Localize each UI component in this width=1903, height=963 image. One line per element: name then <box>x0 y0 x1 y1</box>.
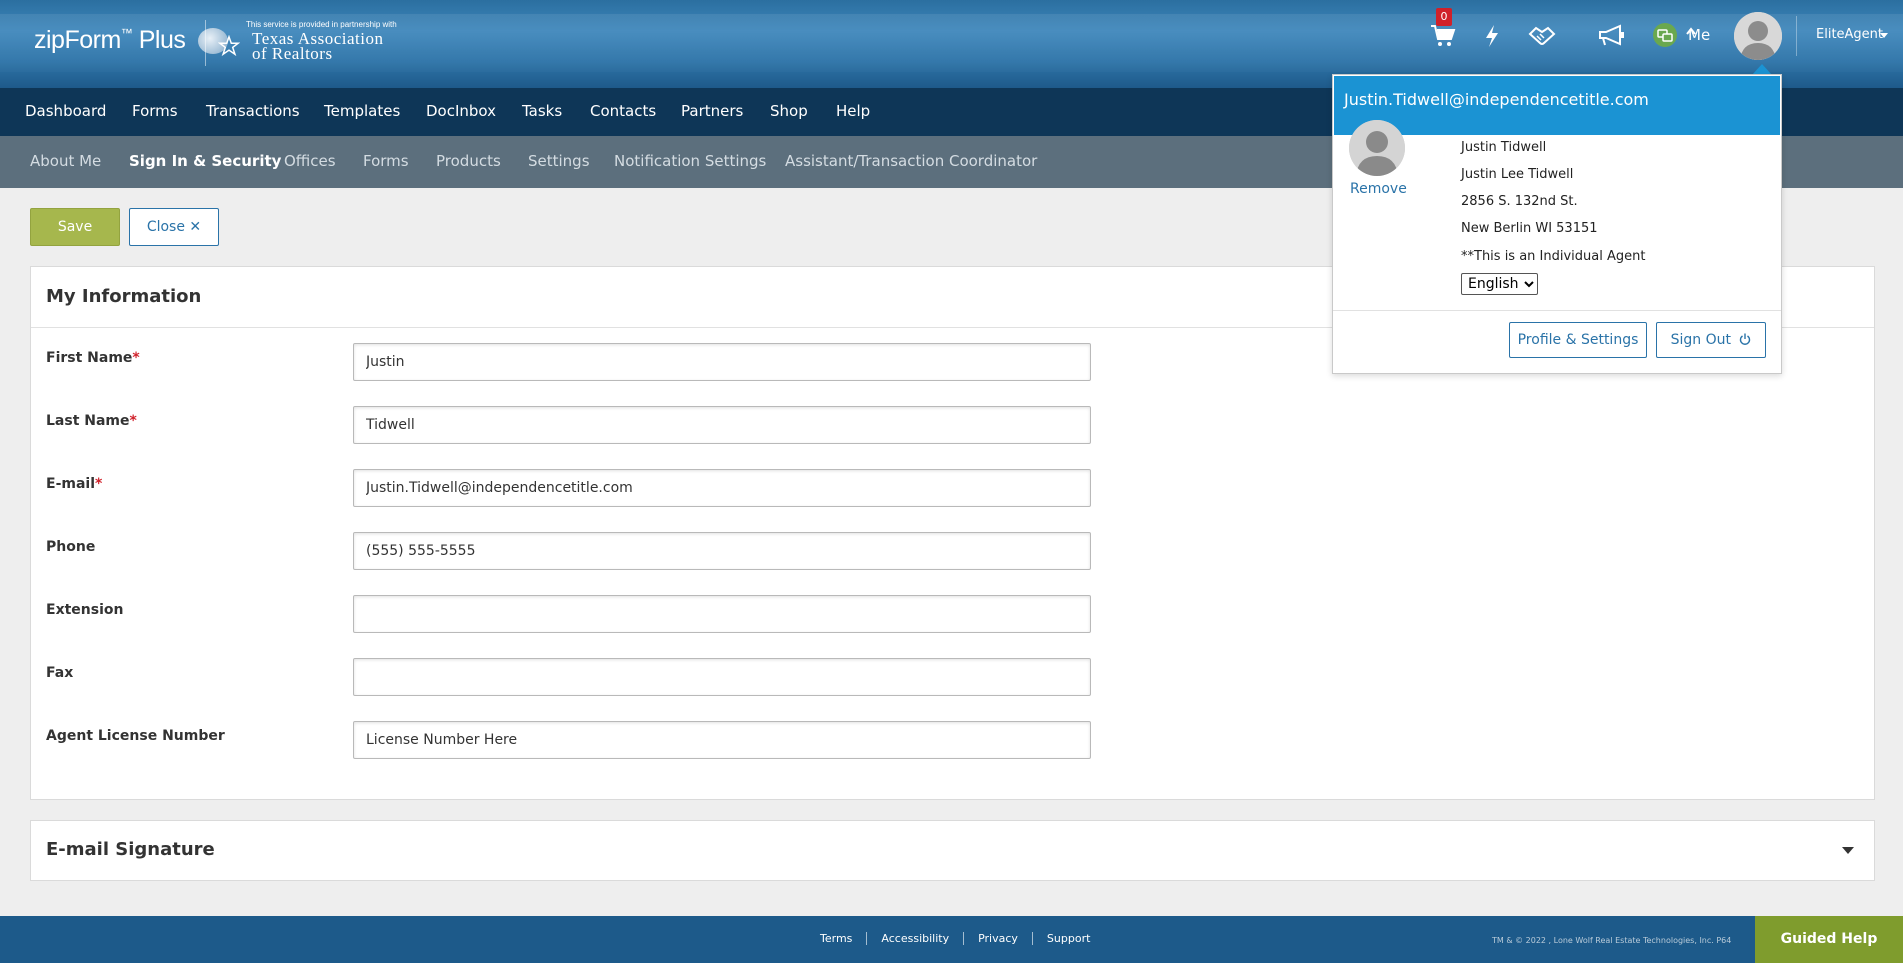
nav-contacts[interactable]: Contacts <box>590 102 656 120</box>
tab-products[interactable]: Products <box>436 152 501 170</box>
partner-note: This service is provided in partnership … <box>246 20 397 29</box>
tab-sign-in-security[interactable]: Sign In & Security <box>129 152 281 170</box>
nav-tasks[interactable]: Tasks <box>522 102 562 120</box>
email-signature-title: E-mail Signature <box>46 839 215 860</box>
user-silhouette-icon <box>1734 12 1782 60</box>
guided-help-button[interactable]: Guided Help <box>1755 916 1903 963</box>
email-field[interactable] <box>353 469 1091 507</box>
logo-divider <box>205 20 206 66</box>
my-information-title: My Information <box>46 286 202 307</box>
last-name-field[interactable] <box>353 406 1091 444</box>
user-silhouette-icon <box>1349 120 1405 176</box>
fax-label: Fax <box>46 665 74 681</box>
footer-link-support[interactable]: Support <box>1031 932 1104 945</box>
popup-avatar[interactable] <box>1349 120 1405 176</box>
tab-assistant-coordinator[interactable]: Assistant/Transaction Coordinator <box>785 152 1037 170</box>
megaphone-icon[interactable] <box>1598 24 1626 46</box>
phone-label: Phone <box>46 539 96 555</box>
close-label: Close <box>146 219 185 235</box>
profile-settings-button[interactable]: Profile & Settings <box>1509 322 1647 358</box>
sign-out-button[interactable]: Sign Out <box>1656 322 1766 358</box>
save-button[interactable]: Save <box>30 208 120 246</box>
license-number-field[interactable] <box>353 721 1091 759</box>
logo-text: zipForm <box>34 26 121 54</box>
popup-address2: New Berlin WI 53151 <box>1461 221 1598 236</box>
popup-address1: 2856 S. 132nd St. <box>1461 194 1578 209</box>
avatar[interactable] <box>1734 12 1782 60</box>
popup-name: Justin Tidwell <box>1461 140 1547 155</box>
copyright-text: TM & © 2022 , Lone Wolf Real Estate Tech… <box>1492 936 1732 945</box>
cart-count-badge: 0 <box>1436 8 1452 26</box>
footer-link-privacy[interactable]: Privacy <box>963 932 1032 945</box>
email-label: E-mail* <box>46 476 103 492</box>
nav-transactions[interactable]: Transactions <box>206 102 300 120</box>
logo-plus: Plus <box>132 26 186 54</box>
chat-icon[interactable] <box>1652 22 1678 48</box>
partner-name-line2: of Realtors <box>252 44 333 63</box>
power-icon <box>1740 333 1751 345</box>
first-name-label: First Name* <box>46 350 140 366</box>
nav-docinbox[interactable]: DocInbox <box>426 102 496 120</box>
partner-logo: This service is provided in partnership … <box>218 20 397 63</box>
tab-settings[interactable]: Settings <box>528 152 590 170</box>
tab-forms[interactable]: Forms <box>363 152 409 170</box>
header-divider <box>1796 16 1797 56</box>
lightning-icon[interactable] <box>1484 24 1500 48</box>
remove-photo-link[interactable]: Remove <box>1350 181 1407 197</box>
nav-shop[interactable]: Shop <box>770 102 808 120</box>
caret-down-icon[interactable] <box>1880 33 1888 38</box>
star-icon <box>218 35 240 57</box>
tab-notification-settings[interactable]: Notification Settings <box>614 152 766 170</box>
extension-label: Extension <box>46 602 124 618</box>
email-signature-panel[interactable]: E-mail Signature <box>30 820 1875 881</box>
handshake-icon[interactable] <box>1528 24 1556 46</box>
close-button[interactable]: Close ✕ <box>129 208 219 246</box>
cart-icon[interactable] <box>1430 24 1456 48</box>
profile-popup: Justin.Tidwell@independencetitle.com Rem… <box>1332 74 1782 374</box>
tab-about-me[interactable]: About Me <box>30 152 101 170</box>
tab-offices[interactable]: Offices <box>284 152 336 170</box>
footer-link-terms[interactable]: Terms <box>806 932 866 945</box>
me-label[interactable]: Me <box>1688 26 1710 44</box>
sign-out-label: Sign Out <box>1670 332 1731 348</box>
first-name-field[interactable] <box>353 343 1091 381</box>
nav-forms[interactable]: Forms <box>132 102 178 120</box>
last-name-label: Last Name* <box>46 413 137 429</box>
zipform-logo[interactable]: zipForm™ Plus <box>34 26 228 55</box>
popup-agent-type: **This is an Individual Agent <box>1461 249 1646 264</box>
footer-link-accessibility[interactable]: Accessibility <box>866 932 963 945</box>
fax-field[interactable] <box>353 658 1091 696</box>
popup-full-name: Justin Lee Tidwell <box>1461 167 1574 182</box>
close-icon: ✕ <box>189 219 202 235</box>
caret-down-icon[interactable] <box>1842 847 1854 854</box>
nav-partners[interactable]: Partners <box>681 102 743 120</box>
nav-templates[interactable]: Templates <box>324 102 400 120</box>
nav-help[interactable]: Help <box>836 102 870 120</box>
nav-dashboard[interactable]: Dashboard <box>25 102 106 120</box>
extension-field[interactable] <box>353 595 1091 633</box>
language-select[interactable]: English <box>1461 273 1538 295</box>
account-menu[interactable]: EliteAgent <box>1816 27 1883 42</box>
footer: Terms Accessibility Privacy Support TM &… <box>0 916 1903 963</box>
license-number-label: Agent License Number <box>46 728 225 744</box>
popup-email: Justin.Tidwell@independencetitle.com <box>1334 76 1780 135</box>
phone-field[interactable] <box>353 532 1091 570</box>
popup-divider <box>1333 310 1781 311</box>
